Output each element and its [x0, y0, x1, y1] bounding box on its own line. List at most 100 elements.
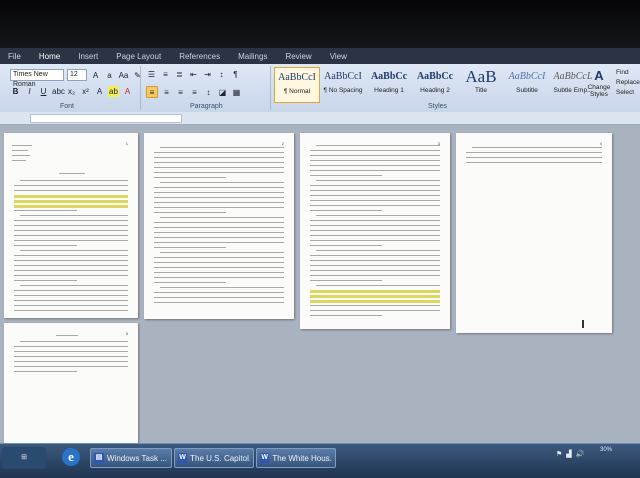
editing-group: Find Replace Select [616, 68, 640, 98]
align-right-icon[interactable]: ≡ [175, 87, 186, 98]
text-line [154, 192, 284, 193]
volume-icon[interactable]: 🔊 [576, 450, 585, 458]
select-button[interactable]: Select [616, 88, 640, 98]
change-case-icon[interactable]: Aa [118, 70, 129, 81]
strikethrough-icon[interactable]: abc [52, 86, 65, 97]
internet-explorer-icon[interactable]: e [62, 448, 80, 466]
bullets-icon[interactable]: ☰ [146, 69, 157, 80]
multilevel-list-icon[interactable]: ≣ [174, 69, 185, 80]
shrink-font-icon[interactable]: a [104, 70, 115, 81]
tab-file[interactable]: File [8, 52, 21, 61]
page-number: 1 [125, 141, 128, 146]
grow-font-icon[interactable]: A [90, 70, 101, 81]
text-line [14, 230, 128, 231]
monitor-bezel [0, 0, 640, 48]
text-line [310, 225, 440, 226]
horizontal-ruler[interactable] [0, 112, 640, 125]
network-icon[interactable]: ▟ [566, 450, 571, 458]
sort-icon[interactable]: ↕ [216, 69, 227, 80]
change-styles-label: Change Styles [587, 84, 611, 98]
text-line [14, 270, 128, 271]
text-line [310, 165, 440, 166]
text-line [154, 212, 226, 213]
text-line [20, 180, 128, 181]
taskbar-item-task-manager[interactable]: ▤ Windows Task ... [90, 448, 172, 468]
shading-icon[interactable]: ◪ [217, 87, 228, 98]
show-marks-icon[interactable]: ¶ [230, 69, 241, 80]
text-line [14, 265, 128, 266]
replace-button[interactable]: Replace [616, 78, 640, 88]
document-page[interactable]: 1 [4, 133, 138, 318]
document-area[interactable]: 1 2 3 4 5 [0, 125, 640, 443]
font-size-box[interactable]: 12 [67, 69, 87, 81]
document-page[interactable]: 5 [4, 323, 138, 443]
style-subtitle[interactable]: AaBbCcI Subtitle [504, 67, 550, 103]
text-line [20, 215, 128, 216]
style-heading-2[interactable]: AaBbCc Heading 2 [412, 67, 458, 103]
text-line [310, 265, 440, 266]
bold-icon[interactable]: B [10, 86, 21, 97]
italic-icon[interactable]: I [24, 86, 35, 97]
tab-insert[interactable]: Insert [78, 52, 98, 61]
text-line [154, 237, 284, 238]
tab-view[interactable]: View [330, 52, 347, 61]
text-line [310, 210, 382, 211]
change-styles-icon: A [594, 68, 604, 83]
zoom-level[interactable]: 30% [600, 447, 612, 453]
borders-icon[interactable]: ▦ [231, 87, 242, 98]
justify-icon[interactable]: ≡ [189, 87, 200, 98]
style-title[interactable]: AaB Title [458, 67, 504, 103]
text-line [154, 262, 284, 263]
text-line [154, 292, 284, 293]
line-spacing-icon[interactable]: ↕ [203, 87, 214, 98]
style-heading-1[interactable]: AaBbCc Heading 1 [366, 67, 412, 103]
highlight-icon[interactable]: ab [108, 86, 119, 97]
font-color-icon[interactable]: A [122, 86, 133, 97]
text-line [154, 202, 284, 203]
paragraph-row-1: ☰ ≡ ≣ ⇤ ⇥ ↕ ¶ [146, 69, 241, 80]
clear-format-icon[interactable]: ✎ [132, 70, 143, 81]
text-line [154, 162, 284, 163]
increase-indent-icon[interactable]: ⇥ [202, 69, 213, 80]
taskbar-item-white-house[interactable]: W The White Hous... [256, 448, 336, 468]
style-sample: AaB [465, 67, 497, 86]
text-line [14, 356, 128, 357]
styles-group-label: Styles [428, 103, 448, 110]
superscript-icon[interactable]: x² [80, 86, 91, 97]
text-line [310, 275, 440, 276]
align-center-icon[interactable]: ≡ [161, 87, 172, 98]
document-page[interactable]: 4 [456, 133, 612, 333]
font-name-box[interactable]: Times New Roman [10, 69, 64, 88]
text-line [14, 235, 128, 236]
document-page[interactable]: 3 [300, 133, 450, 329]
flag-icon[interactable]: ⚑ [556, 450, 562, 458]
change-styles-button[interactable]: A Change Styles [585, 68, 613, 98]
text-line [14, 305, 128, 306]
tab-mailings[interactable]: Mailings [238, 52, 267, 61]
font-row-1: Times New Roman 12 A a Aa ✎ [10, 69, 143, 88]
tab-home[interactable]: Home [39, 52, 60, 61]
tab-references[interactable]: References [179, 52, 220, 61]
tab-page-layout[interactable]: Page Layout [116, 52, 161, 61]
find-button[interactable]: Find [616, 68, 640, 78]
start-button[interactable]: ⊞ [2, 447, 46, 469]
text-line [310, 160, 440, 161]
tab-review[interactable]: Review [285, 52, 311, 61]
text-line [154, 197, 284, 198]
align-left-icon[interactable]: ≡ [146, 86, 158, 98]
style-normal[interactable]: AaBbCcI ¶ Normal [274, 67, 320, 103]
numbering-icon[interactable]: ≡ [160, 69, 171, 80]
taskbar-item-capitol[interactable]: W The U.S. Capitol... [174, 448, 254, 468]
document-page[interactable]: 2 [144, 133, 294, 319]
text-line [160, 147, 284, 148]
text-line [14, 346, 128, 347]
text-effects-icon[interactable]: A [94, 86, 105, 97]
underline-icon[interactable]: U [38, 86, 49, 97]
decrease-indent-icon[interactable]: ⇤ [188, 69, 199, 80]
highlighted-text-line [14, 200, 128, 203]
text-line [14, 240, 128, 241]
style-no-spacing[interactable]: AaBbCcI ¶ No Spacing [320, 67, 366, 103]
text-line [310, 255, 440, 256]
subscript-icon[interactable]: x₂ [66, 86, 77, 97]
text-line [14, 300, 128, 301]
